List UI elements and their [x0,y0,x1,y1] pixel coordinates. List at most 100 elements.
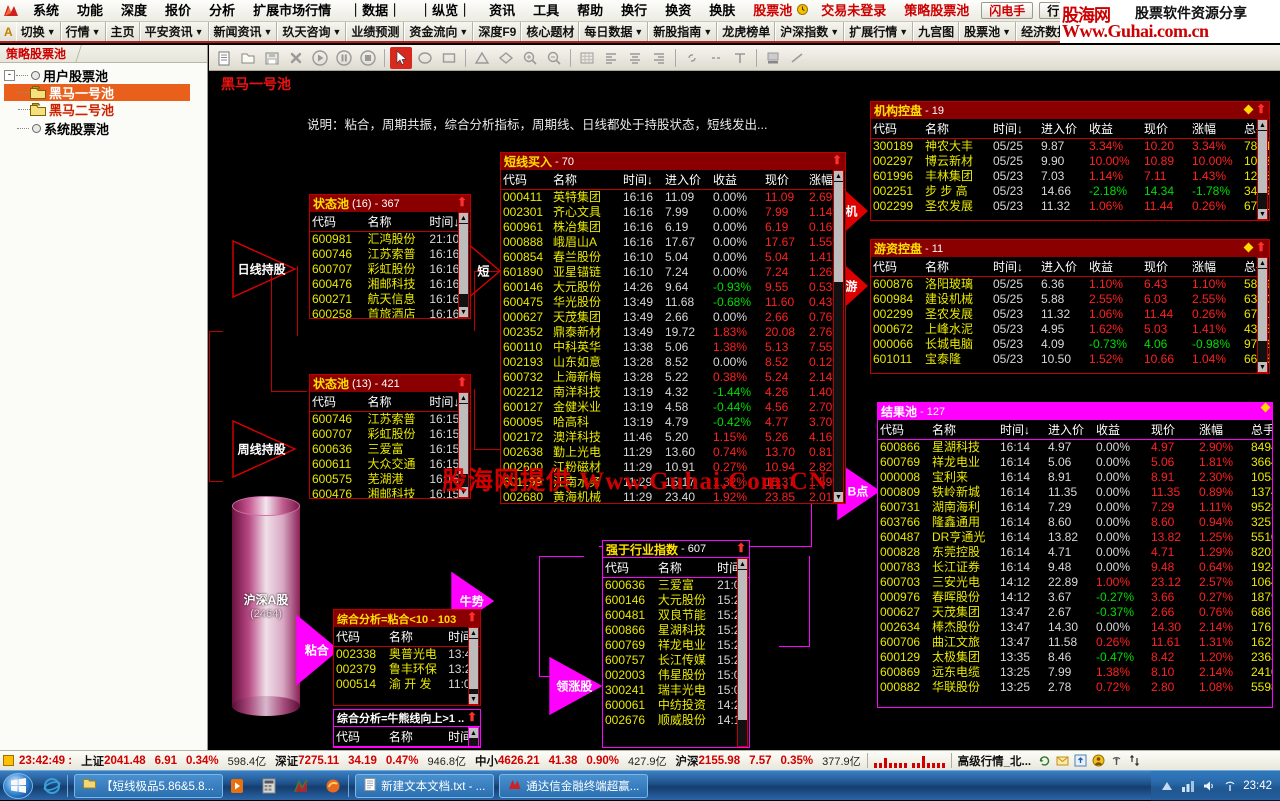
menu-item-data[interactable]: ｜数据｜ [340,1,410,21]
pool-analysis-bull[interactable]: 综合分析=牛熊线向上>1 .. ⬆ 代码 名称 时间↓ 000514渝 开 发1… [333,709,481,748]
new-doc-icon[interactable] [213,47,235,69]
table-row[interactable]: 600707 彩虹股份 16:15 [310,427,470,442]
table-row[interactable]: 002338 奥普光电 13:4 [334,647,480,663]
lightning-hand-button[interactable]: 闪电手 [981,2,1034,19]
up-arrow-icon[interactable]: ⬆ [736,542,746,554]
media-icon[interactable] [228,777,246,795]
table-row[interactable]: 000514 渝 开 发 11:0 [334,677,480,692]
table-row[interactable]: 600854 春兰股份 16:10 5.04 0.00% 5.04 1.41% [501,250,845,265]
table-row[interactable]: 600476 湘邮科技 16:16 [310,277,470,292]
menu-item-overview[interactable]: ｜纵览｜ [410,1,480,21]
diamond-icon[interactable] [1260,402,1271,413]
calc-icon[interactable] [260,777,278,795]
up-arrow-icon[interactable]: ⬆ [1256,241,1266,253]
up-arrow-icon[interactable]: ⬆ [832,154,842,166]
pool-header-icons[interactable]: ⬆ [457,196,467,208]
table-row[interactable]: 600129 太极集团 13:35 8.46 -0.47% 8.42 1.20% 23635 [878,650,1272,665]
table-row[interactable]: 000514渝 开 发11:05 [334,747,480,748]
tree-item-heima-2[interactable]: 黑马二号池 [4,101,207,118]
taskbar-item-duanxian[interactable]: 【短线极品5.86&5.8... [74,773,224,798]
taskbar-item-notepad[interactable]: 新建文本文档.txt - ... [355,773,495,798]
pool-body[interactable]: 代码 名称 时间↓ 600981 汇鸿股份 21:10 600746 江苏索普 16:16… [310,212,470,318]
pool-hot-money[interactable]: 游资控盘 - 11 ⬆ 代码 名称 时间↓ 进入价 收益 现价 涨幅 总手 60… [870,239,1270,374]
diamond-icon[interactable] [495,47,517,69]
menu-item-switch-row[interactable]: 换行 [612,1,656,21]
signal-icon[interactable] [1109,754,1123,768]
toolbar-btn-core-themes[interactable]: 核心题材 [521,22,580,41]
updown-icon[interactable] [1127,754,1141,768]
flow-node-weekly-hold[interactable]: 周线持股 [231,419,297,479]
toolbar-btn-new-stock-guide[interactable]: 新股指南 ▼ [648,22,718,41]
flow-node-daily-hold[interactable]: 日线持股 [231,239,297,299]
menu-item-help[interactable]: 帮助 [568,1,612,21]
toolbar-btn-dragon-tiger-list[interactable]: 龙虎榜单 [717,22,776,41]
delete-icon[interactable] [285,47,307,69]
zoom-out-icon[interactable] [543,47,565,69]
table-row[interactable]: 600061 中纺投资 14:2 [603,698,749,713]
table-row[interactable]: 600769 祥龙电业 16:14 5.06 0.00% 5.06 1.81% 36646 [878,455,1272,470]
show-desktop-icon[interactable] [1159,778,1174,793]
scroll-down-icon[interactable]: ▼ [1258,362,1267,372]
pool-body[interactable]: 代码 名称 时间↓ 进入价 收益 现价 涨幅 000411 英特集团 16:16 11… [501,170,845,503]
collapse-icon[interactable]: - [4,70,15,81]
ie-icon[interactable] [43,777,61,795]
align-center-icon[interactable] [624,47,646,69]
tree-item-user-pool[interactable]: - 用户股票池 [4,67,207,84]
unlink-icon[interactable] [705,47,727,69]
menu-item-strategy-pool[interactable]: 策略股票池 [895,1,978,21]
vertical-scrollbar[interactable]: ▲ ▼ [833,170,844,503]
table-row[interactable]: 000882 华联股份 13:25 2.78 0.72% 2.80 1.08% 55985 [878,680,1272,695]
up-arrow-icon[interactable]: ⬆ [457,196,467,208]
scroll-up-icon[interactable]: ▲ [834,171,843,181]
pool-analysis-glue[interactable]: 综合分析=粘合<10 - 103 ⬆ 代码 名称 时间↓ 002338 奥普光电 1… [333,609,481,706]
table-row[interactable]: 002600 江粉磁材 11:29 10.91 0.27% 10.94 2.82% [501,460,845,475]
table-row[interactable]: 601199 江南水务 11:29 15.17 1.32% 15.37 1.59% [501,475,845,490]
tree-item-system-pool[interactable]: 系统股票池 [4,120,207,137]
scroll-up-icon[interactable]: ▲ [459,393,468,403]
table-row[interactable]: 600706 曲江文旅 13:47 11.58 0.26% 11.61 1.31% 16236 [878,635,1272,650]
scroll-thumb[interactable] [834,182,843,282]
table-row[interactable]: 600732 上海新梅 13:28 5.22 0.38% 5.24 2.14% [501,370,845,385]
menu-item-news[interactable]: 资讯 [480,1,524,21]
vertical-scrollbar[interactable]: ▲ [737,558,748,747]
toolbar-btn-news[interactable]: 新闻资讯 ▼ [208,22,278,41]
vertical-scrollbar[interactable]: ▲ ▼ [458,212,469,318]
table-row[interactable]: 002251步 步 高05/2314.66-2.18%14.34-1.78%34… [871,184,1269,199]
toolbar-btn-capital-flow[interactable]: 资金流向 ▼ [404,22,474,41]
pause-icon[interactable] [333,47,355,69]
play-icon[interactable] [309,47,331,69]
table-row[interactable]: 002297博云新材05/259.9010.00%10.8910.00%1073… [871,154,1269,169]
scroll-up-icon[interactable]: ▲ [738,559,747,569]
toolbar-btn-extended-quote[interactable]: 扩展行情 ▼ [844,22,914,41]
vertical-scrollbar[interactable]: ▲ ▼ [468,627,479,705]
table-row[interactable]: 600095 哈高科 13:19 4.79 -0.42% 4.77 3.70% [501,415,845,430]
table-row[interactable]: 600757 长江传媒 15:2 [603,653,749,668]
scroll-thumb[interactable] [1258,131,1267,193]
table-row[interactable]: 300241 瑞丰光电 15:0 [603,683,749,698]
index-name-zx[interactable]: 中小 [475,753,498,769]
scroll-thumb[interactable] [469,639,478,689]
text-icon[interactable] [729,47,751,69]
table-row[interactable]: 600703 三安光电 14:12 22.89 1.00% 23.12 2.57% 10649… [878,575,1272,590]
scroll-down-icon[interactable]: ▼ [459,307,468,317]
taskbar-item-tdx[interactable]: 通达信金融终端超赢... [499,773,649,798]
vertical-scrollbar[interactable]: ▲ ▼ [458,392,469,498]
tray-clock[interactable]: 23:42 [1243,780,1272,792]
scroll-up-icon[interactable]: ▲ [1258,258,1267,268]
up-arrow-icon[interactable]: ⬆ [457,376,467,388]
scroll-thumb[interactable] [738,570,747,720]
index-name-hs[interactable]: 沪深 [676,753,699,769]
scroll-thumb[interactable] [459,404,468,474]
table-row[interactable]: 603766 隆鑫通用 16:14 8.60 0.00% 8.60 0.94% 32574 [878,515,1272,530]
table-row[interactable]: 600746 江苏索普 16:16 [310,247,470,262]
table-row[interactable]: 600611 大众交通 16:15 [310,457,470,472]
table-row[interactable]: 000976 春晖股份 14:12 3.67 -0.27% 3.66 0.27% 18790 [878,590,1272,605]
table-row[interactable]: 002352 鼎泰新材 13:49 19.72 1.83% 20.08 2.76% [501,325,845,340]
pool-body[interactable]: 代码 名称 时间↓ 进入价 收益 现价 涨幅 总手 600876 洛阳玻璃 05/2… [871,257,1269,373]
table-row[interactable]: 002003 伟星股份 15:0 [603,668,749,683]
pool-header-icons[interactable]: ⬆ [832,154,842,166]
pool-body[interactable]: 代码 名称 时间↓ 002338 奥普光电 13:4 002379 鲁丰环保 13:2 00… [334,627,480,705]
index-name-sz[interactable]: 深证 [275,753,298,769]
table-row[interactable]: 000672上峰水泥05/234.951.62%5.031.41%43551 [871,322,1269,337]
pool-short-buy[interactable]: 短线买入 - 70 ⬆ 代码 名称 时间↓ 进入价 收益 现价 涨幅 00041… [500,152,846,504]
